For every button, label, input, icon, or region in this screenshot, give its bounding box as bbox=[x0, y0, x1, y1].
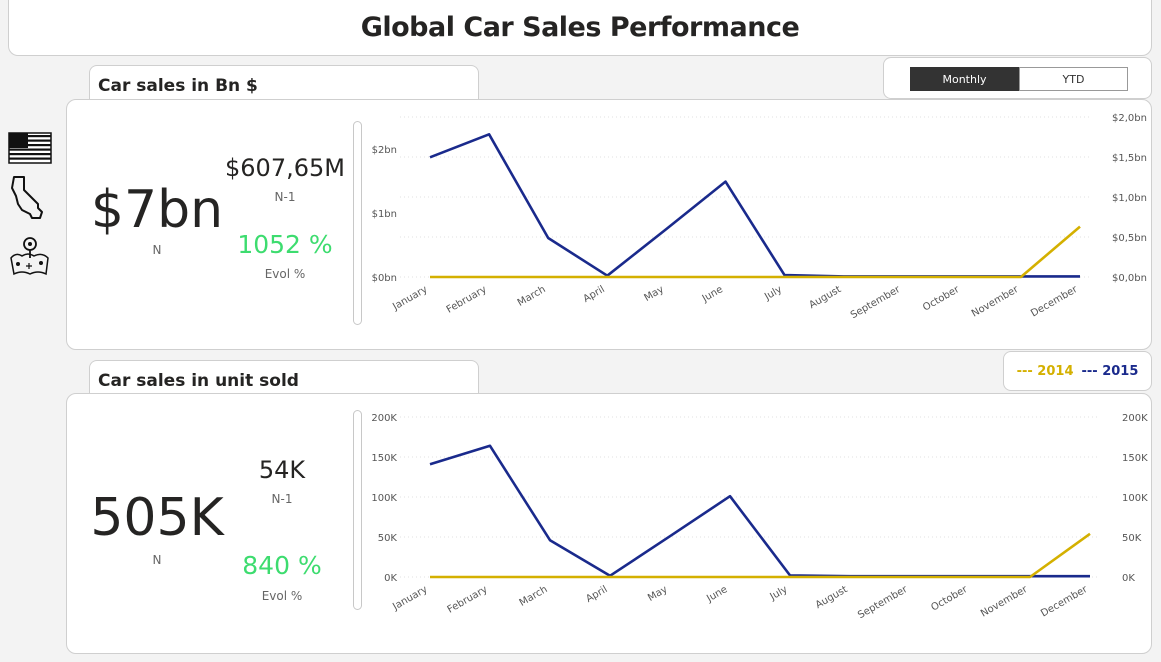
x-tick-label: June bbox=[700, 284, 725, 305]
x-tick-label: April bbox=[581, 284, 606, 305]
y-right-tick-label: 100K bbox=[1122, 493, 1148, 504]
x-tick-label: June bbox=[704, 584, 729, 605]
y-left-tick-label: 100K bbox=[371, 493, 397, 504]
sales-bn-chart: $0,0bn $0,5bn $1,0bn $1,5bn $2,0bn $0bn $1bn $2… bbox=[371, 113, 1148, 621]
x-tick-label: September bbox=[849, 284, 903, 322]
x-tick-label: May bbox=[642, 284, 665, 304]
x-tick-label: August bbox=[814, 584, 850, 611]
x-tick-label: January bbox=[390, 584, 429, 613]
y-right-tick-label: $0,5bn bbox=[1112, 233, 1147, 244]
x-tick-label: July bbox=[768, 584, 790, 603]
x-tick-label: February bbox=[445, 284, 489, 316]
y-right-tick-label: 0K bbox=[1122, 573, 1135, 584]
series-line-2015 bbox=[429, 444, 1090, 578]
x-tick-label: January bbox=[390, 284, 429, 313]
x-tick-label: February bbox=[446, 584, 490, 616]
y-left-tick-label: $1bn bbox=[372, 209, 397, 220]
x-tick-label: August bbox=[807, 284, 843, 311]
x-tick-label: December bbox=[1039, 584, 1090, 620]
y-right-tick-label: $1,5bn bbox=[1112, 153, 1147, 164]
x-tick-label: March bbox=[516, 284, 548, 309]
y-right-tick-label: 50K bbox=[1122, 533, 1142, 544]
series-line-2014 bbox=[430, 532, 1091, 579]
y-right-tick-label: 150K bbox=[1122, 453, 1148, 464]
y-right-tick-label: $0,0bn bbox=[1112, 273, 1147, 284]
x-tick-label: November bbox=[979, 584, 1030, 620]
y-right-tick-label: $1,0bn bbox=[1112, 193, 1147, 204]
x-tick-label: July bbox=[762, 284, 784, 303]
x-tick-label: March bbox=[518, 584, 550, 609]
x-tick-label: October bbox=[921, 284, 962, 314]
line-chart-0: $0,0bn $0,5bn $1,0bn $1,5bn $2,0bn $0bn $1bn $2… bbox=[372, 113, 1147, 321]
y-left-tick-label: 150K bbox=[371, 453, 397, 464]
x-tick-label: May bbox=[646, 584, 669, 604]
y-right-tick-label: 200K bbox=[1122, 413, 1148, 424]
y-left-tick-label: $2bn bbox=[372, 145, 397, 156]
series-line-2015 bbox=[429, 133, 1080, 278]
x-tick-label: September bbox=[856, 584, 910, 622]
dashboard: Global Car Sales Performance Monthly YTD… bbox=[0, 0, 1161, 662]
y-left-tick-label: $0bn bbox=[372, 273, 397, 284]
x-tick-label: December bbox=[1029, 284, 1080, 320]
y-left-tick-label: 0K bbox=[384, 573, 397, 584]
line-chart-1: 0K 50K 100K 150K 200K 0K 50K 100K 150K 200K Januar… bbox=[371, 413, 1148, 621]
y-left-tick-label: 50K bbox=[378, 533, 398, 544]
x-tick-label: April bbox=[584, 584, 609, 605]
x-tick-label: October bbox=[929, 584, 970, 614]
x-tick-label: November bbox=[970, 284, 1021, 320]
series-line-2014 bbox=[430, 225, 1081, 279]
y-left-tick-label: 200K bbox=[371, 413, 397, 424]
y-right-tick-label: $2,0bn bbox=[1112, 113, 1147, 124]
